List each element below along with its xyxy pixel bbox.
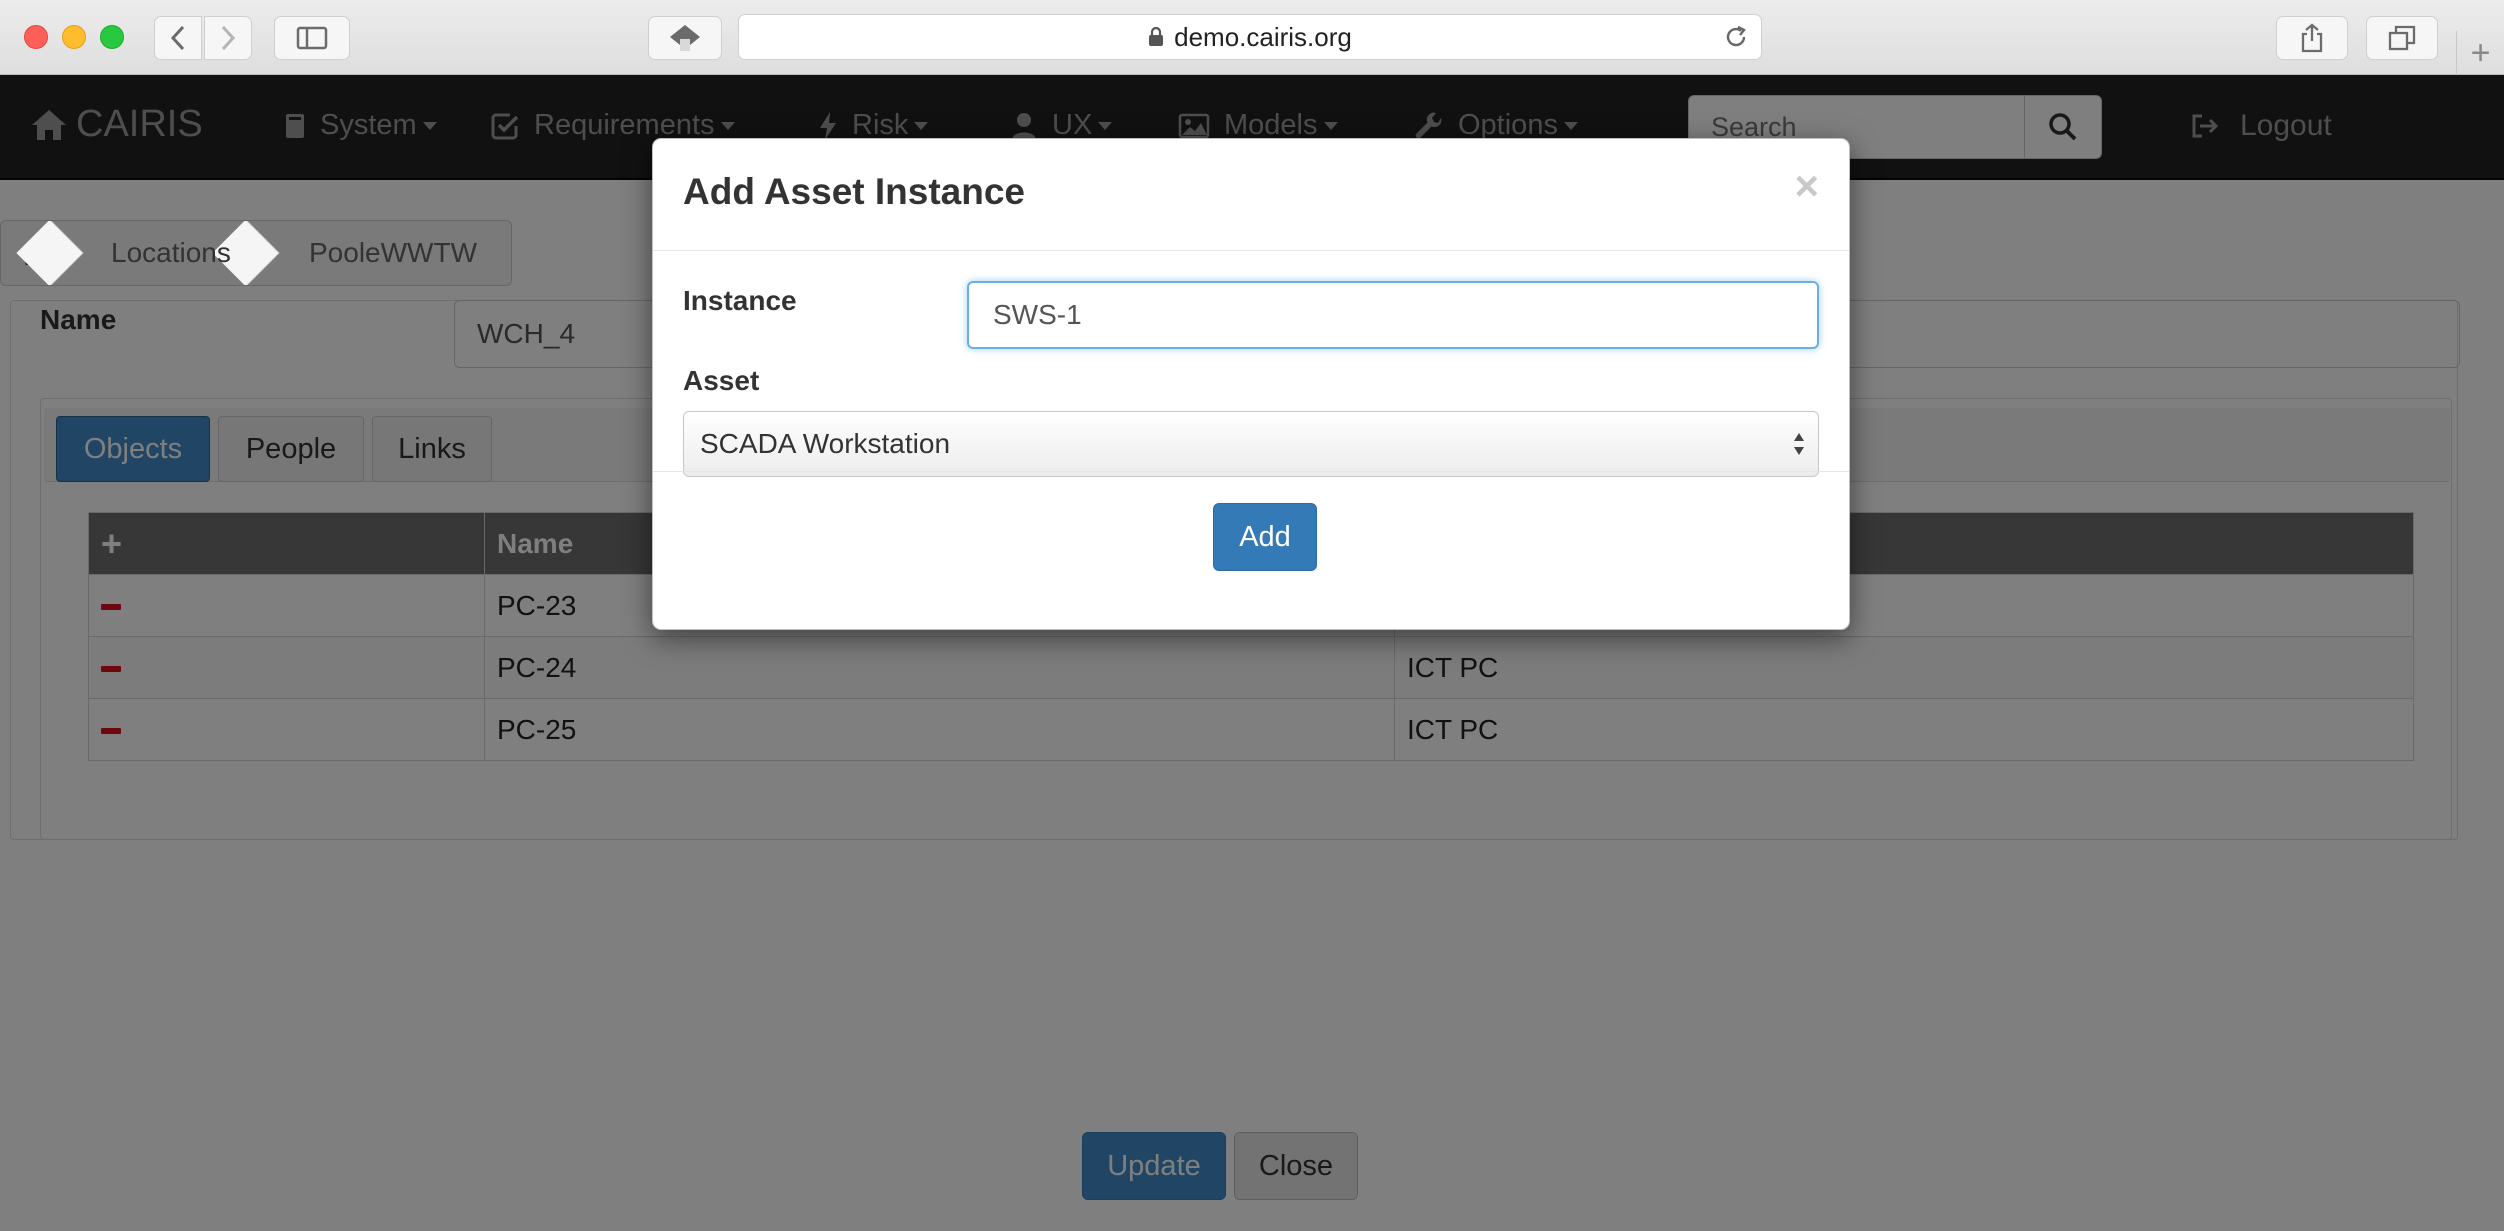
- browser-toolbar: demo.cairis.org +: [0, 0, 2504, 75]
- share-button[interactable]: [2276, 16, 2348, 60]
- tabs-icon: [2388, 25, 2416, 51]
- window-minimize-button[interactable]: [62, 25, 86, 49]
- select-arrows-icon: [1794, 433, 1804, 455]
- window-zoom-button[interactable]: [100, 25, 124, 49]
- chevron-left-icon: [170, 25, 185, 51]
- modal-title: Add Asset Instance: [683, 171, 1025, 212]
- modal-header: Add Asset Instance ×: [653, 139, 1849, 251]
- url-text: demo.cairis.org: [1174, 21, 1352, 52]
- plus-icon: +: [2470, 33, 2491, 72]
- address-bar[interactable]: demo.cairis.org: [738, 14, 1762, 60]
- chevron-right-icon: [221, 25, 236, 51]
- instance-input[interactable]: SWS-1: [967, 281, 1819, 349]
- lock-icon: [1149, 27, 1164, 46]
- sidebar-toggle-button[interactable]: [274, 16, 350, 60]
- forward-button[interactable]: [204, 16, 252, 60]
- add-asset-instance-dialog: Add Asset Instance × Instance SWS-1 Asse…: [652, 138, 1850, 630]
- tabs-overview-button[interactable]: [2366, 16, 2438, 60]
- add-button[interactable]: Add: [1213, 503, 1317, 571]
- back-button[interactable]: [154, 16, 202, 60]
- modal-divider: [653, 471, 1849, 472]
- sidebar-icon: [296, 26, 328, 50]
- close-icon[interactable]: ×: [1794, 165, 1819, 207]
- extension-button[interactable]: [648, 16, 722, 60]
- share-icon: [2301, 23, 2323, 53]
- new-tab-button[interactable]: +: [2456, 31, 2504, 75]
- asset-label: Asset: [683, 365, 760, 396]
- reload-icon[interactable]: [1723, 24, 1749, 50]
- asset-select[interactable]: SCADA Workstation: [683, 411, 1819, 477]
- shield-icon: [670, 25, 700, 51]
- asset-select-value: SCADA Workstation: [700, 428, 951, 459]
- window-close-button[interactable]: [24, 25, 48, 49]
- instance-label: Instance: [683, 285, 797, 316]
